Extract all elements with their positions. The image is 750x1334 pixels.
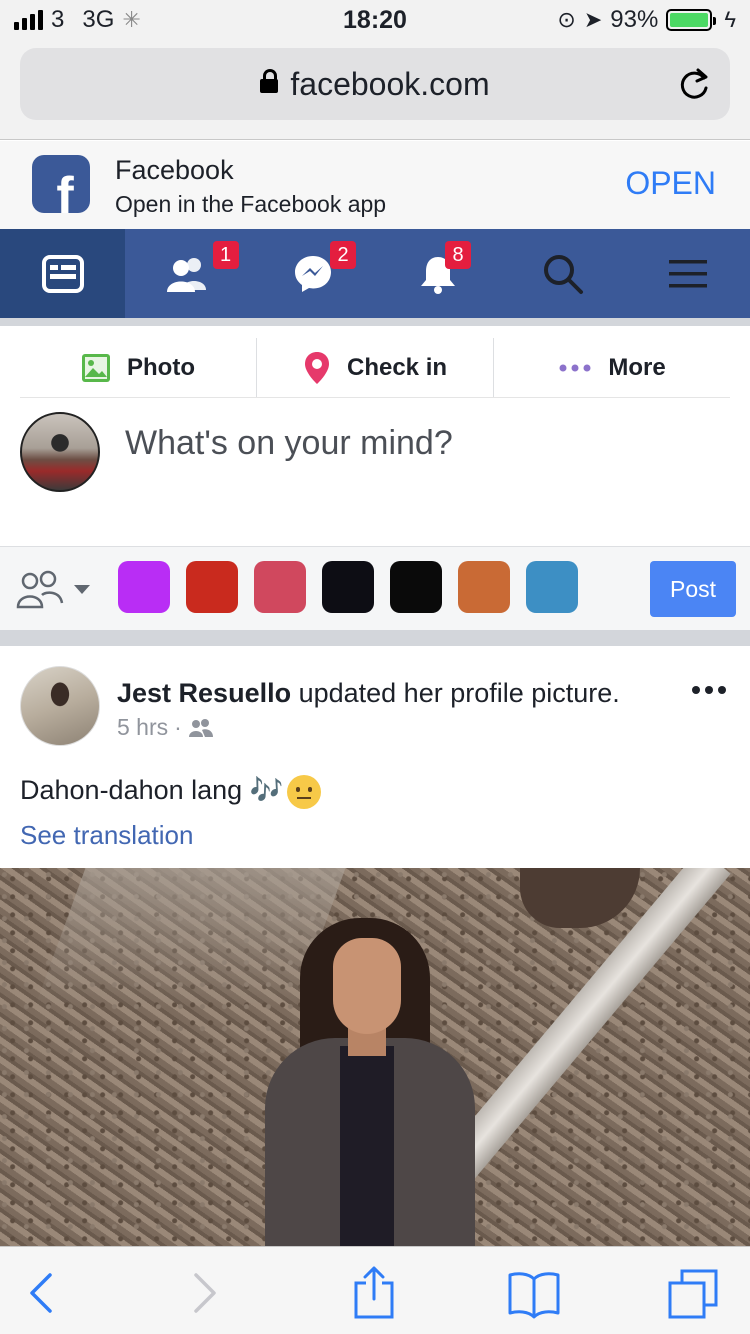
post-options-button[interactable] [692, 686, 726, 694]
browser-address-area: facebook.com [0, 40, 750, 140]
tab-search[interactable] [500, 229, 625, 318]
notifications-badge: 8 [445, 241, 471, 269]
background-swatch-1[interactable] [118, 561, 170, 613]
post-button[interactable]: Post [650, 561, 736, 617]
facebook-app-icon: f [32, 155, 90, 213]
author-avatar[interactable] [20, 666, 100, 746]
more-dots-icon [559, 364, 591, 371]
app-banner: f Facebook Open in the Facebook app OPEN [0, 141, 750, 229]
tabs-icon[interactable] [666, 1265, 722, 1321]
location-icon: ➤ [583, 7, 603, 32]
back-icon[interactable] [14, 1265, 70, 1321]
more-label: More [608, 353, 666, 381]
friends-icon [166, 257, 206, 292]
background-swatch-7[interactable] [526, 561, 578, 613]
background-swatch-2[interactable] [186, 561, 238, 613]
background-swatch-6[interactable] [458, 561, 510, 613]
messenger-icon [294, 255, 331, 292]
tab-messages[interactable]: 2 [250, 229, 375, 318]
meta-separator: · [174, 714, 182, 740]
neutral-face-emoji [287, 774, 322, 809]
post-text: Dahon-dahon lang 🎶 [20, 774, 322, 809]
banner-title: Facebook [115, 155, 234, 185]
background-swatch-4[interactable] [322, 561, 374, 613]
facebook-nav-bar: 1 2 8 [0, 229, 750, 318]
see-translation-link[interactable]: See translation [20, 820, 193, 851]
photo-label: Photo [127, 353, 195, 381]
open-app-button[interactable]: OPEN [625, 165, 716, 202]
section-divider [0, 318, 750, 326]
photo-tree-stump [520, 868, 640, 928]
share-icon[interactable] [346, 1265, 402, 1321]
url-display[interactable]: facebook.com [20, 66, 730, 103]
photo-path-area [34, 868, 346, 1008]
friends-badge: 1 [212, 241, 239, 269]
post-action: updated her profile picture. [291, 678, 620, 708]
location-pin-icon [304, 351, 329, 384]
banner-subtitle: Open in the Facebook app [115, 191, 387, 217]
status-input[interactable]: What's on your mind? [125, 424, 453, 463]
forward-icon[interactable] [176, 1265, 232, 1321]
tab-friend-requests[interactable]: 1 [125, 229, 250, 318]
address-bar[interactable]: facebook.com [20, 48, 730, 120]
composer-actions: Photo Check in More [20, 338, 730, 398]
lock-icon [260, 69, 279, 93]
more-button[interactable]: More [493, 338, 730, 397]
tab-news-feed[interactable] [0, 229, 125, 318]
background-swatch-5[interactable] [390, 561, 442, 613]
post-meta: 5 hrs · [117, 714, 214, 741]
orientation-lock-icon: ⊙ [557, 7, 576, 32]
section-divider [0, 630, 750, 646]
photo-button[interactable]: Photo [20, 338, 256, 397]
check-in-button[interactable]: Check in [256, 338, 493, 397]
battery-icon [666, 9, 717, 31]
author-name[interactable]: Jest Resuello [117, 678, 291, 708]
messages-badge: 2 [330, 241, 356, 269]
user-avatar[interactable] [20, 412, 100, 492]
news-feed-icon [41, 254, 84, 293]
tab-notifications[interactable]: 8 [375, 229, 500, 318]
hamburger-menu-icon [668, 259, 707, 287]
status-bar: 3 3G ✳ 18:20 ⊙ ➤ 93% ϟ [0, 0, 750, 40]
post-composer: Photo Check in More What's on your mind? [0, 326, 750, 546]
url-text: facebook.com [290, 66, 490, 102]
profile-picture-photo[interactable] [0, 868, 750, 1246]
logo-letter: f [56, 167, 74, 213]
composer-toolbar: Post [0, 546, 750, 630]
browser-toolbar [0, 1246, 750, 1334]
charging-icon: ϟ [724, 7, 736, 32]
reload-icon[interactable] [676, 66, 712, 102]
photo-icon [82, 353, 110, 382]
friends-audience-icon [188, 718, 213, 737]
post-header: Jest Resuello updated her profile pictur… [117, 678, 620, 709]
check-in-label: Check in [346, 353, 448, 381]
feed-post: Jest Resuello updated her profile pictur… [0, 646, 750, 1246]
tab-menu[interactable] [625, 229, 750, 318]
photo-person-shirt [340, 1046, 394, 1246]
background-swatch-3[interactable] [254, 561, 306, 613]
search-icon [543, 254, 583, 294]
battery-percent: 93% [610, 6, 659, 33]
audience-friends-icon[interactable] [16, 569, 96, 609]
bookmarks-icon[interactable] [506, 1265, 562, 1321]
photo-person-face [333, 938, 401, 1034]
status-right: ⊙ ➤ 93% ϟ [557, 6, 736, 34]
post-time[interactable]: 5 hrs [117, 714, 168, 741]
post-text-content: Dahon-dahon lang 🎶 [20, 775, 284, 805]
